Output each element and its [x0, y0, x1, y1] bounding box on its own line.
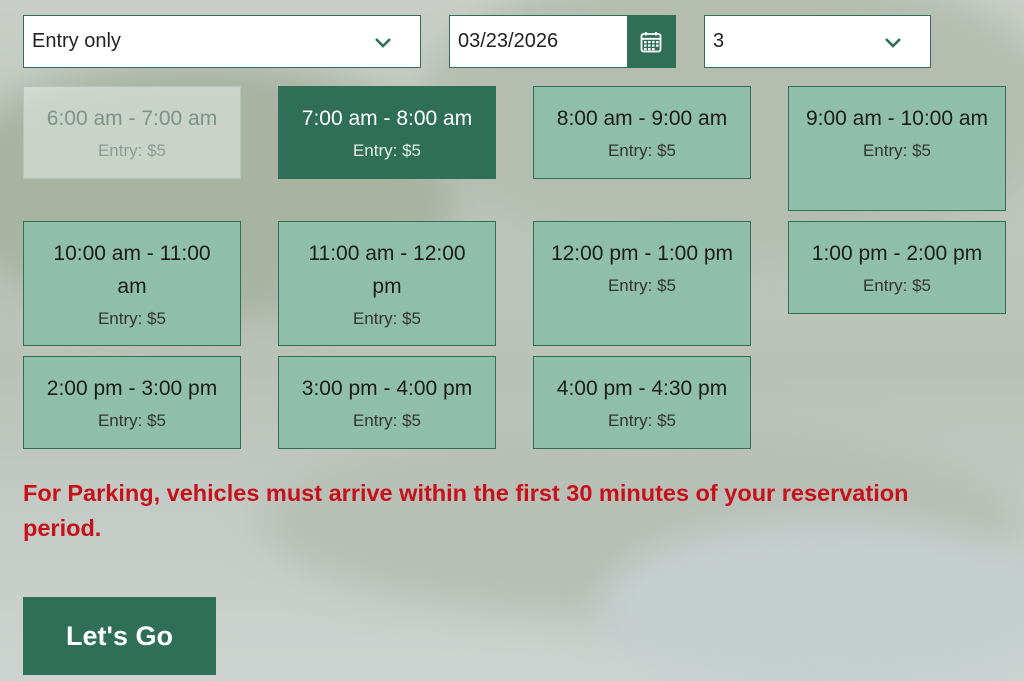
slot-time: 1:00 pm - 2:00 pm [811, 242, 983, 265]
slot-time: 8:00 am - 9:00 am [556, 107, 728, 130]
slot-price: Entry: $5 [352, 309, 422, 328]
time-slot[interactable]: 1:00 pm - 2:00 pm Entry: $5 [788, 221, 1006, 314]
time-slot[interactable]: 9:00 am - 10:00 am Entry: $5 [788, 86, 1006, 211]
slot-price: Entry: $5 [97, 411, 167, 430]
slot-price: Entry: $5 [607, 411, 677, 430]
lets-go-button[interactable]: Let's Go [23, 597, 216, 675]
time-slot[interactable]: 2:00 pm - 3:00 pm Entry: $5 [23, 356, 241, 449]
time-slot[interactable]: 4:00 pm - 4:30 pm Entry: $5 [533, 356, 751, 449]
slot-price: Entry: $5 [607, 141, 677, 160]
parking-notice: For Parking, vehicles must arrive within… [23, 480, 909, 541]
slot-time: 4:00 pm - 4:30 pm [556, 377, 728, 400]
chevron-down-icon [375, 37, 391, 48]
time-slot[interactable]: 7:00 am - 8:00 am Entry: $5 [278, 86, 496, 179]
calendar-icon [640, 31, 662, 52]
time-slot[interactable]: 11:00 am - 12:00 pm Entry: $5 [278, 221, 496, 346]
slot-price: Entry: $5 [607, 276, 677, 295]
slot-time: 12:00 pm - 1:00 pm [550, 242, 734, 265]
slot-time: 2:00 pm - 3:00 pm [46, 377, 218, 400]
entry-type-value: Entry only [32, 30, 121, 52]
slot-time: 6:00 am - 7:00 am [46, 107, 218, 130]
slot-time: 3:00 pm - 4:00 pm [301, 377, 473, 400]
date-picker-button[interactable] [627, 16, 675, 67]
time-slot[interactable]: 12:00 pm - 1:00 pm Entry: $5 [533, 221, 751, 346]
time-slot[interactable]: 3:00 pm - 4:00 pm Entry: $5 [278, 356, 496, 449]
slot-price: Entry: $5 [97, 309, 167, 328]
date-value: 03/23/2026 [458, 30, 559, 52]
time-slot[interactable]: 8:00 am - 9:00 am Entry: $5 [533, 86, 751, 179]
slot-time: 10:00 am - 11:00 am [53, 242, 211, 298]
slot-time: 7:00 am - 8:00 am [301, 107, 473, 130]
date-field[interactable]: 03/23/2026 [449, 15, 676, 68]
slot-price: Entry: $5 [97, 141, 167, 160]
time-slot: 6:00 am - 7:00 am Entry: $5 [23, 86, 241, 179]
time-slot[interactable]: 10:00 am - 11:00 am Entry: $5 [23, 221, 241, 346]
slot-price: Entry: $5 [352, 141, 422, 160]
slot-price: Entry: $5 [862, 141, 932, 160]
vehicle-count-select[interactable]: 3 [704, 15, 931, 68]
slot-time: 9:00 am - 10:00 am [805, 107, 989, 130]
slot-price: Entry: $5 [862, 276, 932, 295]
vehicle-count-value: 3 [713, 30, 725, 52]
entry-type-select[interactable]: Entry only [23, 15, 421, 68]
slot-time: 11:00 am - 12:00 pm [308, 242, 466, 298]
slot-price: Entry: $5 [352, 411, 422, 430]
chevron-down-icon [885, 37, 901, 48]
